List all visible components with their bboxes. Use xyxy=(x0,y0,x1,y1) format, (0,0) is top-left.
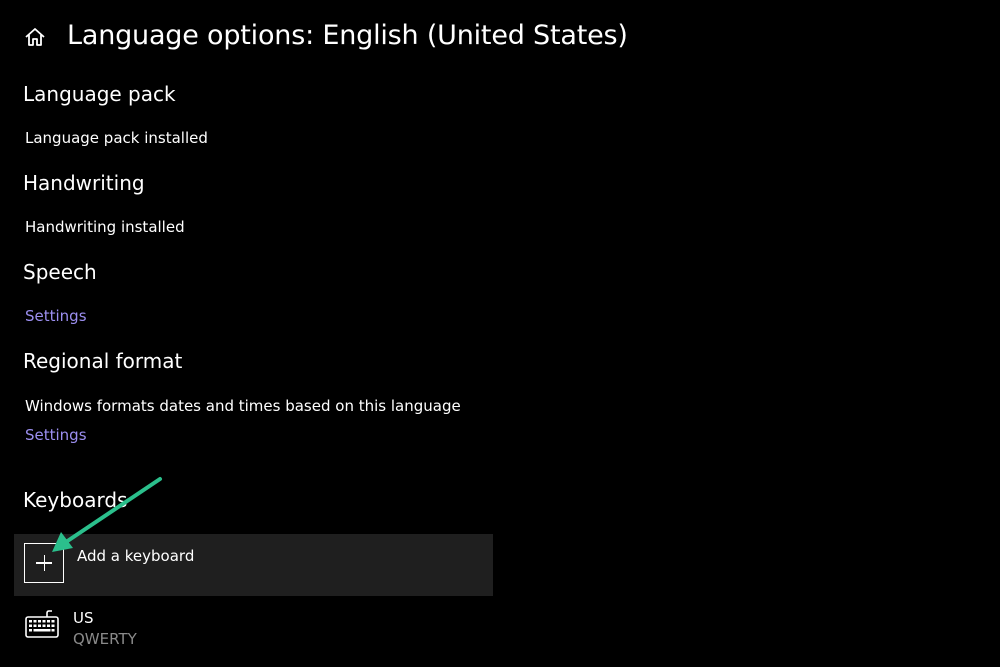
keyboard-icon xyxy=(25,610,59,638)
page-title: Language options: English (United States… xyxy=(67,20,628,51)
plus-icon xyxy=(24,543,64,583)
handwriting-heading: Handwriting xyxy=(23,171,145,195)
keyboard-name: US xyxy=(73,609,94,627)
regional-format-heading: Regional format xyxy=(23,349,183,373)
keyboard-layout: QWERTY xyxy=(73,630,137,648)
speech-heading: Speech xyxy=(23,260,97,284)
language-pack-heading: Language pack xyxy=(23,82,176,106)
regional-format-description: Windows formats dates and times based on… xyxy=(25,397,461,415)
home-icon[interactable] xyxy=(24,27,46,47)
regional-format-settings-link[interactable]: Settings xyxy=(25,425,87,445)
language-pack-status: Language pack installed xyxy=(25,129,208,147)
handwriting-status: Handwriting installed xyxy=(25,218,185,236)
add-keyboard-button[interactable]: Add a keyboard xyxy=(14,534,493,596)
speech-settings-link[interactable]: Settings xyxy=(25,306,87,326)
add-keyboard-label: Add a keyboard xyxy=(77,547,195,565)
keyboards-heading: Keyboards xyxy=(23,488,128,512)
keyboard-item-us[interactable]: US QWERTY xyxy=(14,602,493,654)
